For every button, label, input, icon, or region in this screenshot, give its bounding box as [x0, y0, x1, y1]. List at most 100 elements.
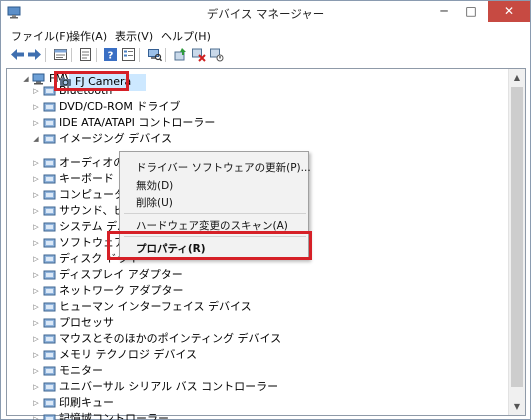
collapsed-arrow-icon[interactable]: ▷: [31, 267, 41, 283]
disk-drive-icon: [43, 253, 56, 265]
tree-item[interactable]: ▷ IDE ATA/ATAPI コントローラー: [31, 115, 331, 131]
scroll-down-arrow-icon[interactable]: ▼: [509, 398, 525, 415]
scan-hardware-icon[interactable]: [147, 47, 162, 62]
collapsed-arrow-icon[interactable]: ▷: [31, 83, 41, 99]
title-bar: デバイス マネージャー ─ □ ✕: [1, 1, 530, 25]
ctx-uninstall[interactable]: 削除(U): [136, 195, 173, 210]
network-adapter-icon: [43, 285, 56, 297]
storage-controller-icon: [43, 413, 56, 420]
collapsed-arrow-icon[interactable]: ▷: [31, 395, 41, 411]
collapsed-arrow-icon[interactable]: ▷: [31, 299, 41, 315]
tree-item-label: メモリ テクノロジ デバイス: [59, 348, 198, 361]
device-list-icon[interactable]: [121, 47, 136, 62]
collapsed-arrow-icon[interactable]: ▷: [31, 115, 41, 131]
tree-item[interactable]: ▷ モニター: [31, 363, 331, 379]
menu-file[interactable]: ファイル(F): [11, 28, 70, 44]
uninstall-device-icon[interactable]: [191, 47, 206, 62]
tree-item-label: モニター: [59, 364, 103, 377]
tree-item-label: イメージング デバイス: [59, 132, 172, 145]
menu-bar: ファイル(F) 操作(A) 表示(V) ヘルプ(H): [1, 26, 530, 45]
update-driver-icon[interactable]: [173, 47, 188, 62]
ide-controller-icon: [43, 117, 56, 129]
ctx-disable[interactable]: 無効(D): [136, 178, 173, 193]
menu-help[interactable]: ヘルプ(H): [161, 28, 211, 44]
tree-item-label: ユニバーサル シリアル バス コントローラー: [59, 380, 279, 393]
dvd-drive-icon: [43, 101, 56, 113]
display-adapter-icon: [43, 269, 56, 281]
tree-item[interactable]: ▷ メモリ テクノロジ デバイス: [31, 347, 331, 363]
tree-item-label: DVD/CD-ROM ドライブ: [59, 100, 181, 113]
minimize-button[interactable]: ─: [431, 1, 457, 22]
toolbar-separator: [71, 48, 72, 62]
memory-icon: [43, 349, 56, 361]
back-arrow-icon[interactable]: [10, 47, 25, 62]
menu-view[interactable]: 表示(V): [115, 28, 153, 44]
tree-item-label: ディスプレイ アダプター: [59, 268, 183, 281]
collapsed-arrow-icon[interactable]: ▷: [31, 363, 41, 379]
collapsed-arrow-icon[interactable]: ▷: [31, 331, 41, 347]
tree-item[interactable]: ▷ マウスとそのほかのポインティング デバイス: [31, 331, 331, 347]
tree-item[interactable]: ▷ プロセッサ: [31, 315, 331, 331]
tree-item[interactable]: ▷ 印刷キュー: [31, 395, 331, 411]
audio-icon: [43, 157, 56, 169]
tree-item-label: 印刷キュー: [59, 396, 114, 409]
sound-icon: [43, 205, 56, 217]
computer-icon: [43, 189, 56, 201]
toolbar-separator: [45, 48, 46, 62]
collapsed-arrow-icon[interactable]: ▷: [31, 203, 41, 219]
tree-item[interactable]: ▷ ネットワーク アダプター: [31, 283, 331, 299]
show-hidden-icon[interactable]: [78, 47, 93, 62]
monitor-icon: [43, 365, 56, 377]
toolbar-separator: [139, 48, 140, 62]
collapsed-arrow-icon[interactable]: ▷: [31, 99, 41, 115]
toolbar: ?: [1, 45, 530, 65]
close-button[interactable]: ✕: [488, 1, 530, 22]
software-device-icon: [43, 237, 56, 249]
system-device-icon: [43, 221, 56, 233]
menu-action[interactable]: 操作(A): [69, 28, 107, 44]
tree-item-label: ネットワーク アダプター: [59, 284, 184, 297]
mouse-icon: [43, 333, 56, 345]
tree-item[interactable]: ▷ ヒューマン インターフェイス デバイス: [31, 299, 331, 315]
scroll-thumb[interactable]: [511, 87, 523, 387]
expanded-arrow-icon[interactable]: ◢: [31, 131, 41, 147]
properties-pane-icon[interactable]: [53, 47, 68, 62]
tree-item[interactable]: ▷ DVD/CD-ROM ドライブ: [31, 99, 331, 115]
device-manager-window: デバイス マネージャー ─ □ ✕ ファイル(F) 操作(A) 表示(V) ヘル…: [0, 0, 531, 420]
collapsed-arrow-icon[interactable]: ▷: [31, 411, 41, 420]
collapsed-arrow-icon[interactable]: ▷: [31, 171, 41, 187]
maximize-button[interactable]: □: [458, 1, 484, 22]
collapsed-arrow-icon[interactable]: ▷: [31, 251, 41, 267]
tree-item-label: ヒューマン インターフェイス デバイス: [59, 300, 252, 313]
scroll-up-arrow-icon[interactable]: ▲: [509, 69, 525, 86]
expanded-arrow-icon[interactable]: ◢: [21, 71, 31, 87]
collapsed-arrow-icon[interactable]: ▷: [31, 283, 41, 299]
help-icon[interactable]: ?: [103, 47, 118, 62]
tree-item[interactable]: ▷ ユニバーサル シリアル バス コントローラー: [31, 379, 331, 395]
tree-item-label: IDE ATA/ATAPI コントローラー: [59, 116, 216, 129]
toolbar-separator: [96, 48, 97, 62]
forward-arrow-icon[interactable]: [27, 47, 42, 62]
ctx-separator: [124, 213, 306, 214]
ctx-update-driver[interactable]: ドライバー ソフトウェアの更新(P)...: [136, 160, 311, 175]
toolbar-separator: [165, 48, 166, 62]
collapsed-arrow-icon[interactable]: ▷: [31, 315, 41, 331]
disable-device-icon[interactable]: [209, 47, 224, 62]
tree-item-label: プロセッサ: [59, 316, 114, 329]
collapsed-arrow-icon[interactable]: ▷: [31, 347, 41, 363]
collapsed-arrow-icon[interactable]: ▷: [31, 379, 41, 395]
imaging-device-icon: [43, 133, 56, 145]
tree-item[interactable]: ▷ 記憶域コントローラー: [31, 411, 331, 420]
vertical-scrollbar[interactable]: ▲ ▼: [508, 69, 525, 415]
collapsed-arrow-icon[interactable]: ▷: [31, 235, 41, 251]
tree-item-label: キーボード: [59, 172, 114, 185]
tree-item[interactable]: ◢ イメージング デバイス: [31, 131, 331, 147]
highlight-box-fj-camera: [54, 71, 129, 91]
collapsed-arrow-icon[interactable]: ▷: [31, 155, 41, 171]
collapsed-arrow-icon[interactable]: ▷: [31, 187, 41, 203]
collapsed-arrow-icon[interactable]: ▷: [31, 219, 41, 235]
tree-item[interactable]: ▷ ディスプレイ アダプター: [31, 267, 331, 283]
keyboard-icon: [43, 173, 56, 185]
svg-text:?: ?: [108, 51, 114, 62]
highlight-box-properties: [107, 231, 312, 260]
